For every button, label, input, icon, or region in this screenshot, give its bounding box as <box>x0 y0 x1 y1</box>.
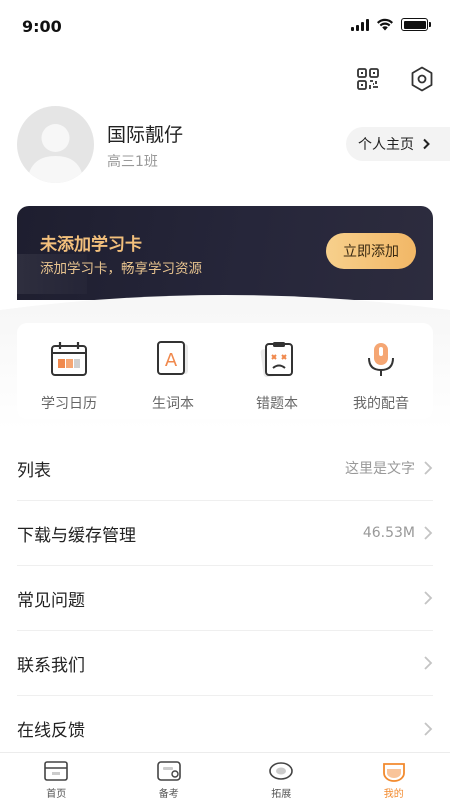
chevron-right-icon <box>424 656 433 670</box>
menu-item-label: 在线反馈 <box>17 721 85 741</box>
expand-icon <box>268 759 294 783</box>
quick-action-label: 学习日历 <box>41 396 97 412</box>
chevron-right-icon <box>424 461 433 475</box>
microphone-icon <box>361 339 401 379</box>
cache-size: 46.53M <box>362 525 415 541</box>
tab-home[interactable]: 首页 <box>0 753 113 800</box>
quick-action-label: 我的配音 <box>353 396 409 412</box>
home-icon <box>43 759 69 783</box>
tab-mine[interactable]: 我的 <box>338 753 450 800</box>
add-study-card-button[interactable]: 立即添加 <box>326 233 416 269</box>
status-time: 9:00 <box>22 17 62 36</box>
menu-item-download-cache[interactable]: 下载与缓存管理 46.53M <box>17 501 433 566</box>
tab-label: 我的 <box>383 789 404 800</box>
personal-homepage-button[interactable]: 个人主页 <box>346 127 450 161</box>
quick-action-my-dubbing[interactable]: 我的配音 <box>329 323 433 419</box>
quick-action-label: 错题本 <box>256 396 298 412</box>
menu-item-value: 这里是文字 <box>345 461 415 477</box>
chevron-right-icon <box>423 138 430 150</box>
status-icons <box>351 18 431 31</box>
menu-item-contact-us[interactable]: 联系我们 <box>17 631 433 696</box>
study-card-subtitle: 添加学习卡，畅享学习资源 <box>40 261 202 277</box>
wrong-questions-icon <box>257 339 297 379</box>
menu-item-label: 下载与缓存管理 <box>17 525 136 546</box>
quick-actions-panel: 学习日历 A 生词本 错题本 我的配音 <box>17 323 433 419</box>
tab-expand[interactable]: 拓展 <box>225 753 338 800</box>
menu-item-label: 列表 <box>17 460 51 481</box>
settings-menu-list: 列表 这里是文字 下载与缓存管理 46.53M 常见问题 联系我们 在线反馈 <box>17 436 433 761</box>
tab-exam-prep[interactable]: 备考 <box>113 753 226 800</box>
profile-section: 国际靓仔 高三1班 个人主页 <box>17 106 450 186</box>
profile-icon <box>381 759 407 783</box>
qr-code-icon[interactable] <box>355 66 381 92</box>
avatar[interactable] <box>17 106 94 183</box>
signal-icon <box>351 18 369 31</box>
menu-item-faq[interactable]: 常见问题 <box>17 566 433 631</box>
tab-label: 首页 <box>46 789 67 800</box>
status-bar: 9:00 <box>0 0 450 54</box>
exam-prep-icon <box>156 759 182 783</box>
wifi-icon <box>377 18 393 31</box>
bottom-tab-bar: 首页 备考 拓展 我的 <box>0 752 450 800</box>
quick-action-study-calendar[interactable]: 学习日历 <box>17 323 121 419</box>
menu-item-list[interactable]: 列表 这里是文字 <box>17 436 433 501</box>
study-card-title: 未添加学习卡 <box>40 235 142 255</box>
battery-icon <box>401 18 431 31</box>
calendar-icon <box>49 339 89 379</box>
quick-action-wrong-questions[interactable]: 错题本 <box>225 323 329 419</box>
quick-action-label: 生词本 <box>152 396 194 412</box>
chevron-right-icon <box>424 721 433 736</box>
profile-class: 高三1班 <box>107 154 158 170</box>
menu-item-label: 联系我们 <box>17 655 85 676</box>
quick-action-word-book[interactable]: A 生词本 <box>121 323 225 419</box>
profile-name: 国际靓仔 <box>107 124 184 146</box>
study-card-banner: 未添加学习卡 添加学习卡，畅享学习资源 立即添加 <box>17 206 433 300</box>
settings-icon[interactable] <box>409 66 435 92</box>
menu-item-label: 常见问题 <box>17 590 85 611</box>
chevron-right-icon <box>424 591 433 605</box>
svg-text:A: A <box>165 350 178 371</box>
tab-label: 拓展 <box>271 789 292 800</box>
top-actions <box>355 66 435 92</box>
chevron-right-icon <box>424 526 433 540</box>
personal-homepage-label: 个人主页 <box>358 137 414 153</box>
word-book-icon: A <box>153 339 193 379</box>
tab-label: 备考 <box>158 789 179 800</box>
